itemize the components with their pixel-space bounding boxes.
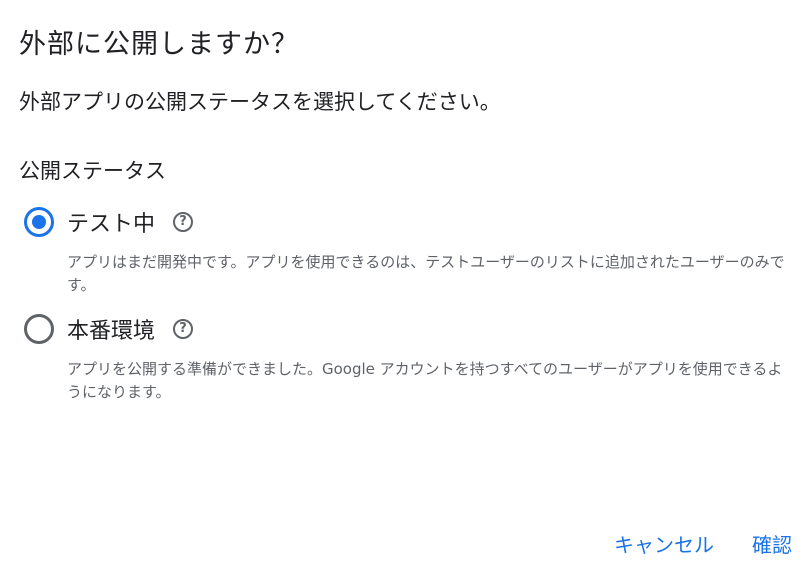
radio-option-production[interactable]: 本番環境 ? — [24, 312, 794, 346]
option-label-production: 本番環境 — [67, 319, 156, 344]
option-label-testing: テスト中 — [67, 212, 156, 237]
radio-button-production[interactable] — [24, 314, 54, 344]
cancel-button[interactable]: キャンセル — [614, 529, 714, 558]
help-circle-icon[interactable]: ? — [173, 319, 194, 339]
option-testing: テスト中 ? アプリはまだ開発中です。アプリを使用できるのは、テストユーザーのリ… — [24, 205, 794, 297]
option-description-testing: アプリはまだ開発中です。アプリを使用できるのは、テストユーザーのリストに追加され… — [67, 253, 785, 294]
dialog-description: 外部アプリの公開ステータスを選択してください。 — [19, 90, 501, 114]
option-description-production: アプリを公開する準備ができました。Google アカウントを持つすべてのユーザー… — [67, 360, 783, 401]
publish-status-heading: 公開ステータス — [19, 159, 166, 183]
publish-dialog: 外部に公開しますか？ 外部アプリの公開ステータスを選択してください。 公開ステー… — [0, 0, 810, 574]
help-circle-icon[interactable]: ? — [173, 212, 194, 232]
dialog-actions: キャンセル 確認 — [614, 529, 792, 558]
dialog-title: 外部に公開しますか？ — [19, 29, 299, 60]
option-production: 本番環境 ? アプリを公開する準備ができました。Google アカウントを持つす… — [24, 312, 794, 404]
radio-button-testing[interactable] — [24, 207, 54, 237]
confirm-button[interactable]: 確認 — [752, 529, 792, 558]
radio-option-testing[interactable]: テスト中 ? — [24, 205, 794, 239]
